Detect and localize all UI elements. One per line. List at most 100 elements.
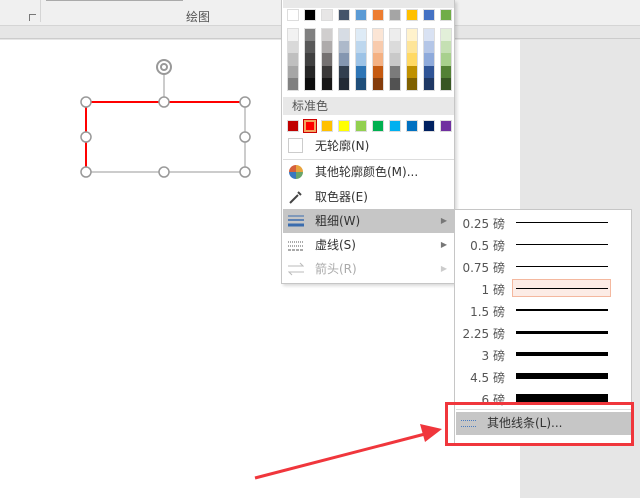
rotate-handle-icon[interactable] [156, 59, 172, 75]
color-swatch[interactable] [304, 9, 316, 21]
weight-option[interactable]: 1 磅 [455, 277, 631, 299]
standard-color-swatch[interactable] [440, 120, 452, 132]
standard-colors-header: 标准色 [283, 97, 454, 115]
color-swatch[interactable] [373, 77, 383, 90]
color-swatch[interactable] [390, 53, 400, 66]
color-swatch[interactable] [339, 29, 349, 42]
color-swatch[interactable] [407, 65, 417, 78]
color-swatch[interactable] [356, 53, 366, 66]
color-swatch[interactable] [373, 41, 383, 54]
color-swatch[interactable] [305, 53, 315, 66]
weight-label: 0.25 磅 [462, 217, 505, 231]
color-swatch[interactable] [356, 29, 366, 42]
color-swatch[interactable] [322, 77, 332, 90]
color-swatch[interactable] [373, 65, 383, 78]
color-swatch[interactable] [441, 41, 451, 54]
weight-option[interactable]: 0.75 磅 [455, 255, 631, 277]
color-swatch[interactable] [288, 41, 298, 54]
color-swatch[interactable] [390, 77, 400, 90]
color-swatch[interactable] [322, 65, 332, 78]
color-swatch[interactable] [356, 41, 366, 54]
color-swatch[interactable] [321, 9, 333, 21]
weight-option[interactable]: 2.25 磅 [455, 321, 631, 343]
color-swatch[interactable] [288, 53, 298, 66]
line-weight-icon [288, 215, 304, 227]
color-swatch[interactable] [424, 29, 434, 42]
label: 其他轮廓颜色(M)... [315, 165, 419, 179]
color-swatch[interactable] [356, 77, 366, 90]
standard-color-swatch[interactable] [406, 120, 418, 132]
shade-column [287, 28, 299, 91]
color-swatch[interactable] [338, 9, 350, 21]
menu-item-no-outline[interactable]: 无轮廓(N) [283, 134, 455, 158]
menu-item-weight[interactable]: 粗细(W) ▶ [283, 209, 455, 233]
label: 箭头(R) [315, 262, 357, 276]
weight-option[interactable]: 4.5 磅 [455, 365, 631, 387]
color-swatch[interactable] [288, 77, 298, 90]
resize-handles[interactable] [80, 96, 251, 178]
color-swatch[interactable] [441, 65, 451, 78]
color-swatch[interactable] [288, 29, 298, 42]
color-swatch[interactable] [423, 9, 435, 21]
color-swatch[interactable] [440, 9, 452, 21]
color-swatch[interactable] [390, 29, 400, 42]
shade-column [372, 28, 384, 91]
weight-label: 1.5 磅 [470, 305, 505, 319]
color-swatch[interactable] [407, 53, 417, 66]
menu-item-eyedropper[interactable]: 取色器(E) [283, 185, 455, 209]
color-swatch[interactable] [287, 9, 299, 21]
shade-column [355, 28, 367, 91]
color-swatch[interactable] [390, 41, 400, 54]
standard-color-swatch[interactable] [321, 120, 333, 132]
color-swatch[interactable] [305, 29, 315, 42]
shade-column [440, 28, 452, 91]
weight-option[interactable]: 1.5 磅 [455, 299, 631, 321]
standard-color-swatch[interactable] [287, 120, 299, 132]
color-swatch[interactable] [322, 29, 332, 42]
color-swatch[interactable] [407, 77, 417, 90]
color-swatch[interactable] [441, 29, 451, 42]
color-swatch[interactable] [322, 41, 332, 54]
color-swatch[interactable] [339, 53, 349, 66]
color-swatch[interactable] [390, 65, 400, 78]
color-swatch[interactable] [305, 65, 315, 78]
color-swatch[interactable] [355, 9, 367, 21]
color-swatch[interactable] [322, 53, 332, 66]
red-highlight-box [445, 402, 634, 446]
color-swatch[interactable] [373, 29, 383, 42]
color-swatch[interactable] [441, 77, 451, 90]
weight-label: 1 磅 [481, 283, 505, 297]
color-swatch[interactable] [389, 9, 401, 21]
color-swatch[interactable] [356, 65, 366, 78]
standard-color-swatch[interactable] [338, 120, 350, 132]
rectangle-outline [85, 101, 245, 172]
color-swatch[interactable] [406, 9, 418, 21]
color-swatch[interactable] [339, 77, 349, 90]
color-swatch[interactable] [339, 65, 349, 78]
weight-label: 2.25 磅 [462, 327, 505, 341]
color-swatch[interactable] [339, 41, 349, 54]
color-swatch[interactable] [372, 9, 384, 21]
color-swatch[interactable] [407, 41, 417, 54]
weight-option[interactable]: 0.5 磅 [455, 233, 631, 255]
standard-color-swatch[interactable] [423, 120, 435, 132]
color-swatch[interactable] [373, 53, 383, 66]
color-swatch[interactable] [424, 77, 434, 90]
menu-item-more-colors[interactable]: 其他轮廓颜色(M)... [283, 160, 455, 184]
submenu-arrow-icon: ▶ [440, 264, 447, 273]
color-swatch[interactable] [305, 77, 315, 90]
menu-item-dashes[interactable]: 虚线(S) ▶ [283, 233, 455, 257]
color-swatch[interactable] [441, 53, 451, 66]
color-swatch[interactable] [424, 65, 434, 78]
standard-color-swatch[interactable] [303, 119, 317, 133]
standard-color-swatch[interactable] [389, 120, 401, 132]
color-swatch[interactable] [407, 29, 417, 42]
standard-color-swatch[interactable] [372, 120, 384, 132]
color-swatch[interactable] [288, 65, 298, 78]
color-swatch[interactable] [305, 41, 315, 54]
standard-color-swatch[interactable] [355, 120, 367, 132]
color-swatch[interactable] [424, 41, 434, 54]
weight-option[interactable]: 3 磅 [455, 343, 631, 365]
weight-option[interactable]: 0.25 磅 [455, 211, 631, 233]
color-swatch[interactable] [424, 53, 434, 66]
